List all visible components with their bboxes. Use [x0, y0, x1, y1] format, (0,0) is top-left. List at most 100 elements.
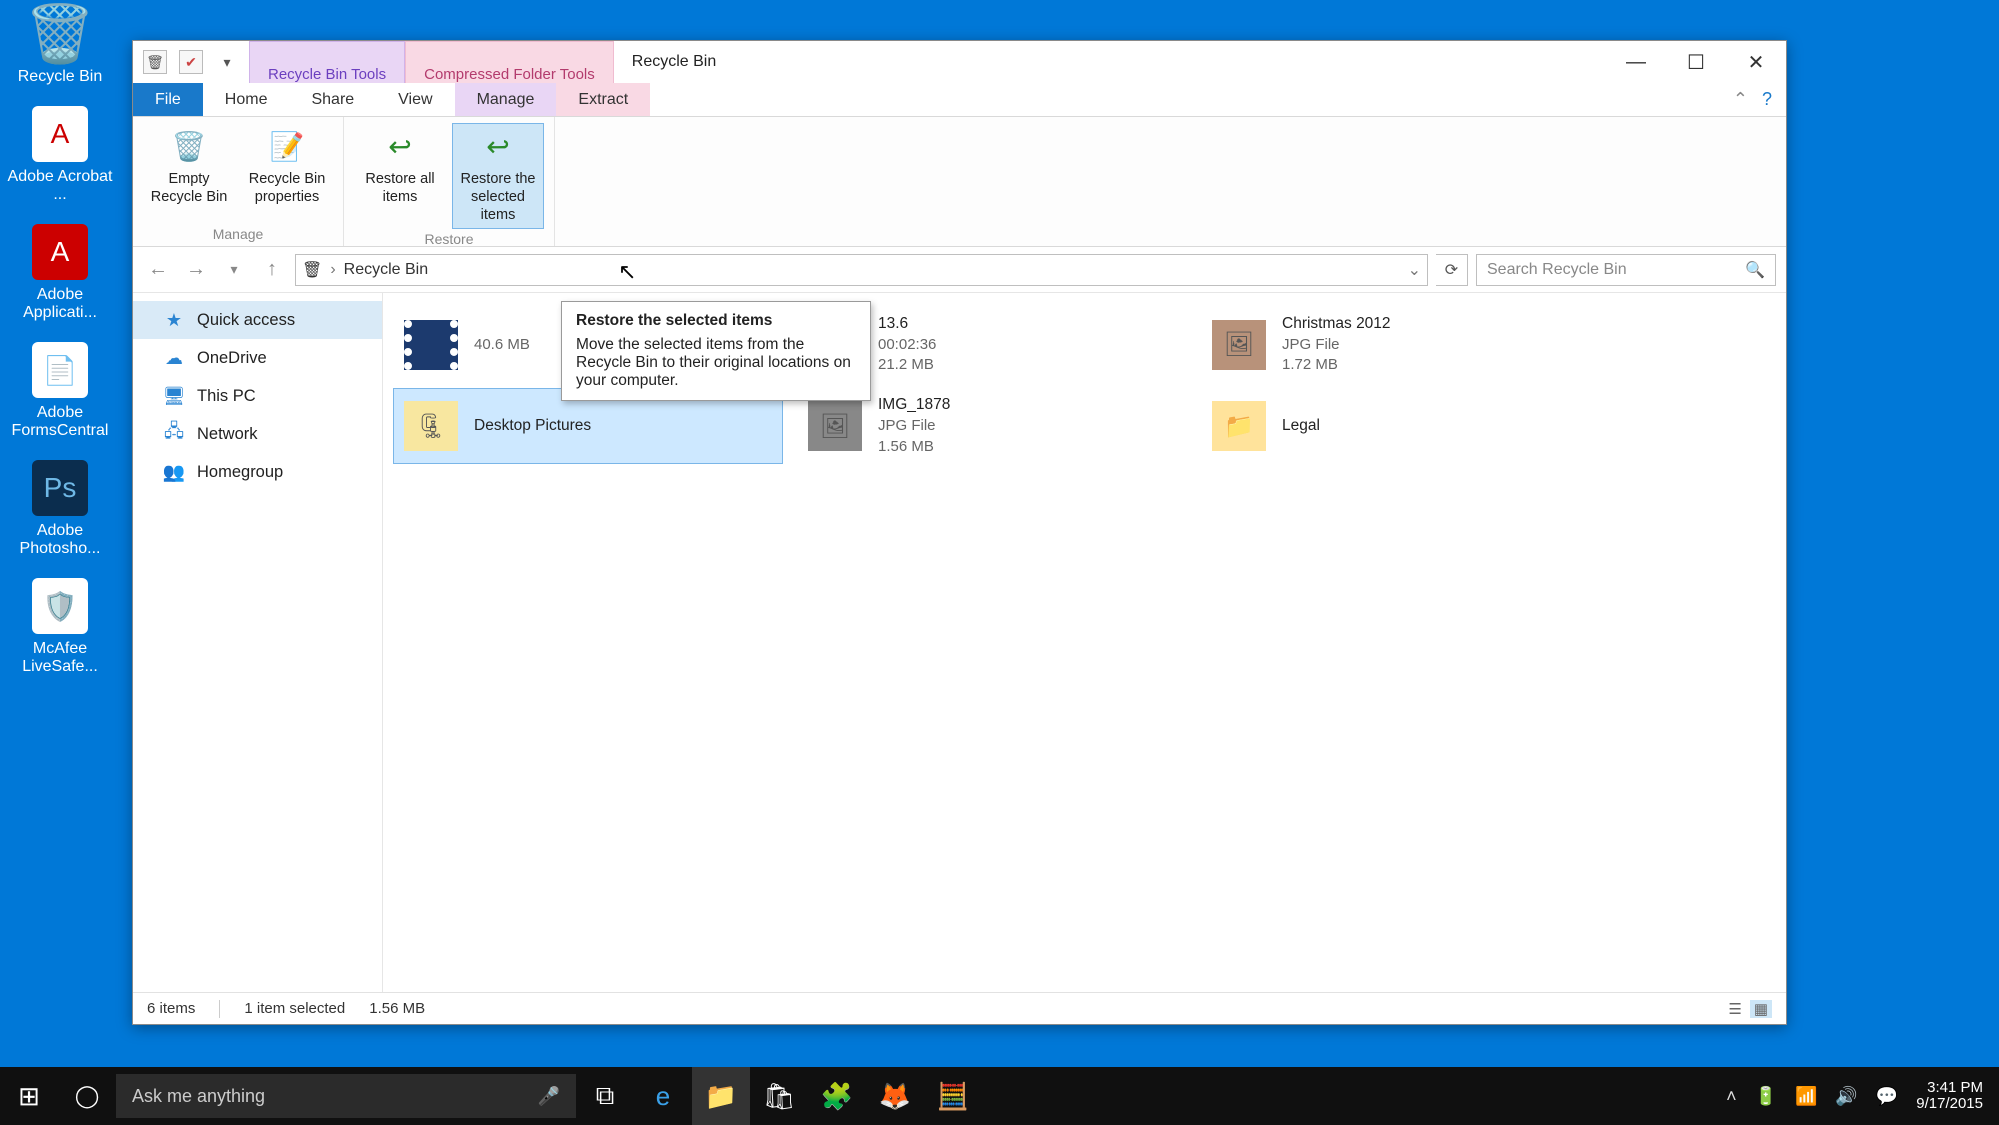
photo-thumb-icon: 🖼 [808, 401, 862, 451]
nav-onedrive[interactable]: ☁OneDrive [133, 339, 382, 377]
tab-view[interactable]: View [376, 83, 454, 116]
restore-selected-items-button[interactable]: ↩Restore the selected items [452, 123, 544, 229]
maximize-button[interactable]: ☐ [1666, 41, 1726, 83]
button-label: Restore the selected items [461, 171, 536, 223]
status-bar: 6 items 1 item selected 1.56 MB ☰ ▦ [133, 992, 1786, 1024]
item-size: 1.72 MB [1282, 355, 1391, 375]
star-icon: ★ [163, 309, 185, 331]
view-tiles-icon[interactable]: ▦ [1750, 1000, 1772, 1018]
nav-up-button[interactable]: ↑ [257, 255, 287, 285]
desktop: 🗑️Recycle Bin AAdobe Acrobat ... AAdobe … [0, 0, 140, 690]
empty-recycle-bin-button[interactable]: 🗑️Empty Recycle Bin [143, 123, 235, 224]
desktop-recycle-bin[interactable]: 🗑️Recycle Bin [0, 0, 120, 92]
breadcrumb-item[interactable]: Recycle Bin [344, 261, 428, 279]
volume-icon[interactable]: 🔊 [1835, 1086, 1857, 1107]
nav-forward-button[interactable]: → [181, 255, 211, 285]
search-icon: 🔍 [1745, 260, 1765, 280]
address-bar-row: ← → ▾ ↑ 🗑 › Recycle Bin ⌄ ⟳ Search Recyc… [133, 247, 1786, 293]
start-button[interactable]: ⊞ [0, 1067, 58, 1125]
tooltip-body: Move the selected items from the Recycle… [576, 336, 856, 390]
quick-access-toolbar: 🗑 ✔ ▾ [133, 41, 249, 83]
action-center-icon[interactable]: 💬 [1876, 1086, 1898, 1107]
photo-thumb-icon: 🖼 [1212, 320, 1266, 370]
nav-quick-access[interactable]: ★ Quick access [133, 301, 382, 339]
tab-share[interactable]: Share [289, 83, 376, 116]
qat-properties[interactable]: ✔ [179, 50, 203, 74]
close-button[interactable]: ✕ [1726, 41, 1786, 83]
nav-label: Quick access [197, 311, 295, 330]
battery-icon[interactable]: 🔋 [1755, 1086, 1777, 1107]
tab-file[interactable]: File [133, 83, 203, 116]
explorer-body: ★ Quick access ☁OneDrive 🖥This PC 🖧Networ… [133, 293, 1786, 992]
minimize-button[interactable]: — [1606, 41, 1666, 83]
ribbon-group-restore: ↩Restore all items ↩Restore the selected… [344, 117, 555, 246]
tab-manage[interactable]: Manage [455, 83, 557, 116]
nav-homegroup[interactable]: 👥Homegroup [133, 453, 382, 491]
search-placeholder: Search Recycle Bin [1487, 261, 1627, 279]
mic-icon[interactable]: 🎤 [538, 1086, 560, 1107]
nav-label: Network [197, 425, 258, 444]
taskbar-calculator[interactable]: 🧮 [924, 1067, 982, 1125]
desktop-adobe-formscentral[interactable]: 📄Adobe FormsCentral [0, 336, 120, 446]
taskbar-firefox[interactable]: 🦊 [866, 1067, 924, 1125]
address-bar[interactable]: 🗑 › Recycle Bin ⌄ [295, 254, 1428, 286]
nav-network[interactable]: 🖧Network [133, 415, 382, 453]
taskbar-app[interactable]: 🧩 [808, 1067, 866, 1125]
search-placeholder: Ask me anything [132, 1086, 265, 1107]
list-item[interactable]: 📁 Legal [1201, 388, 1591, 463]
qat-icon[interactable]: 🗑 [143, 50, 167, 74]
properties-icon: 📝 [269, 128, 305, 164]
nav-label: This PC [197, 387, 256, 406]
search-box[interactable]: Search Recycle Bin 🔍 [1476, 254, 1776, 286]
qat-new-folder[interactable]: ▾ [215, 50, 239, 74]
tray-overflow-icon[interactable]: ˄ [1726, 1086, 1737, 1107]
refresh-button[interactable]: ⟳ [1436, 254, 1468, 286]
taskbar-store[interactable]: 🛍 [750, 1067, 808, 1125]
nav-this-pc[interactable]: 🖥This PC [133, 377, 382, 415]
taskbar-search[interactable]: Ask me anything 🎤 [116, 1074, 576, 1118]
item-sub: JPG File [878, 416, 950, 436]
task-view-button[interactable]: ⧉ [576, 1067, 634, 1125]
clock-date: 9/17/2015 [1916, 1096, 1983, 1113]
caption-buttons: — ☐ ✕ [1606, 41, 1786, 83]
desktop-icon-label: Adobe Photosho... [0, 522, 120, 558]
address-dropdown-icon[interactable]: ⌄ [1408, 260, 1421, 280]
desktop-mcafee[interactable]: 🛡️McAfee LiveSafe... [0, 572, 120, 682]
item-sub: 00:02:36 [878, 335, 936, 355]
tab-extract[interactable]: Extract [556, 83, 650, 116]
item-name: Legal [1282, 416, 1320, 437]
taskbar-edge[interactable]: e [634, 1067, 692, 1125]
restore-all-items-button[interactable]: ↩Restore all items [354, 123, 446, 229]
cortana-icon[interactable]: ◯ [58, 1067, 116, 1125]
context-tab-label: Compressed Folder Tools [424, 66, 595, 83]
nav-recent-button[interactable]: ▾ [219, 255, 249, 285]
homegroup-icon: 👥 [163, 461, 185, 483]
formscentral-icon: 📄 [32, 342, 88, 398]
desktop-icon-label: Adobe Applicati... [0, 286, 120, 322]
view-details-icon[interactable]: ☰ [1728, 1000, 1741, 1018]
window-title: Recycle Bin [614, 41, 1606, 83]
taskbar-file-explorer[interactable]: 📁 [692, 1067, 750, 1125]
taskbar: ⊞ ◯ Ask me anything 🎤 ⧉ e 📁 🛍 🧩 🦊 🧮 ˄ 🔋 … [0, 1067, 1999, 1125]
tooltip-title: Restore the selected items [576, 312, 856, 330]
item-name: 13.6 [878, 314, 936, 335]
recycle-bin-properties-button[interactable]: 📝 Recycle Bin properties [241, 123, 333, 224]
help-icon[interactable]: ? [1762, 89, 1772, 110]
nav-label: OneDrive [197, 349, 267, 368]
list-item[interactable]: 🖼 Christmas 2012JPG File1.72 MB [1201, 307, 1591, 382]
item-name: Christmas 2012 [1282, 314, 1391, 335]
tab-home[interactable]: Home [203, 83, 290, 116]
taskbar-clock[interactable]: 3:41 PM 9/17/2015 [1916, 1080, 1983, 1113]
ribbon-body: 🗑️Empty Recycle Bin 📝 Recycle Bin propert… [133, 117, 1786, 247]
acrobat-icon: A [32, 106, 88, 162]
desktop-adobe-photoshop[interactable]: PsAdobe Photosho... [0, 454, 120, 564]
collapse-ribbon-icon[interactable]: ⌃ [1733, 89, 1748, 110]
wifi-icon[interactable]: 📶 [1795, 1086, 1817, 1107]
nav-back-button[interactable]: ← [143, 255, 173, 285]
button-label: Recycle Bin properties [249, 171, 326, 205]
desktop-adobe-acrobat[interactable]: AAdobe Acrobat ... [0, 100, 120, 210]
status-selected-size: 1.56 MB [369, 1000, 425, 1017]
ribbon-collapse-help: ⌃ ? [1733, 83, 1786, 116]
desktop-adobe-application[interactable]: AAdobe Applicati... [0, 218, 120, 328]
item-name: Desktop Pictures [474, 416, 591, 437]
